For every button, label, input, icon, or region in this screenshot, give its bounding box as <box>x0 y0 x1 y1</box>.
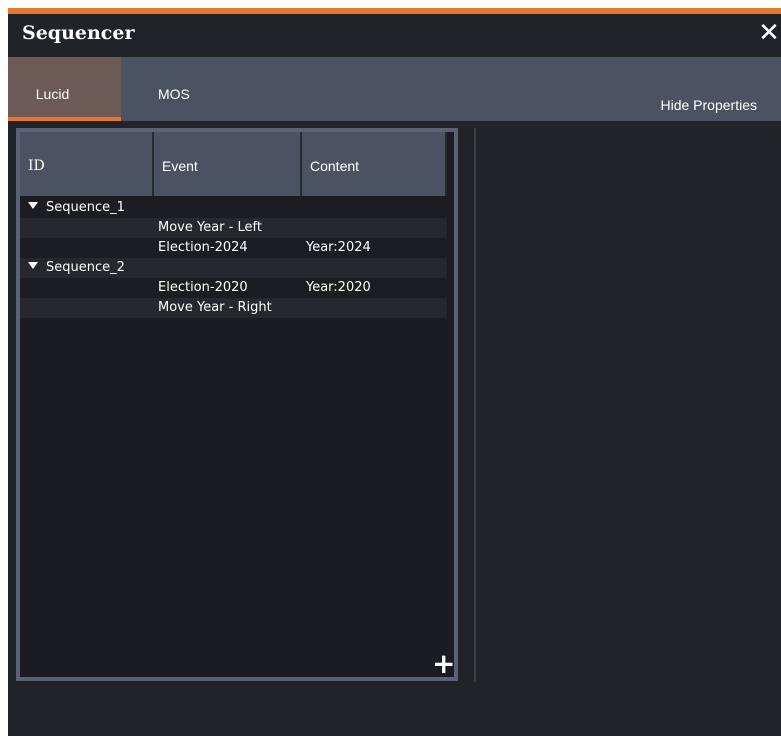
table-row[interactable]: Election-2024 Year:2024 <box>20 238 447 258</box>
chevron-down-icon[interactable] <box>28 202 38 209</box>
plus-icon[interactable]: + <box>432 650 455 678</box>
row-id-text: Sequence_1 <box>46 200 125 215</box>
row-content-cell: Year:2024 <box>306 240 371 255</box>
table-row[interactable]: Sequence_2 <box>20 258 447 278</box>
row-id-text: Sequence_2 <box>46 260 125 275</box>
panel-divider[interactable] <box>474 128 476 682</box>
table-row[interactable]: Sequence_1 <box>20 198 447 218</box>
row-event-cell: Move Year - Right <box>158 300 272 315</box>
sequence-grid: ID Event Content Sequence_1 Move Year - … <box>20 132 455 678</box>
hide-properties-button[interactable]: Hide Properties <box>661 97 758 113</box>
row-event-cell: Move Year - Left <box>158 220 262 235</box>
row-id-cell: Sequence_2 <box>28 258 125 278</box>
row-content-cell: Year:2020 <box>306 280 371 295</box>
grid-rows: Sequence_1 Move Year - Left Election-202… <box>20 198 447 318</box>
grid-header: ID Event Content <box>20 132 447 196</box>
column-header-id[interactable]: ID <box>20 132 154 196</box>
tab-mos-label: MOS <box>158 86 190 102</box>
tab-bar: Lucid MOS Hide Properties <box>8 57 781 121</box>
column-header-content[interactable]: Content <box>302 132 447 196</box>
tab-mos[interactable]: MOS <box>158 57 218 121</box>
title-bar: Sequencer ✕ <box>8 14 781 57</box>
table-row[interactable]: Move Year - Left <box>20 218 447 238</box>
row-id-cell: Sequence_1 <box>28 198 125 218</box>
column-header-event[interactable]: Event <box>154 132 302 196</box>
row-event-cell: Election-2024 <box>158 240 248 255</box>
table-row[interactable]: Election-2020 Year:2020 <box>20 278 447 298</box>
table-row[interactable]: Move Year - Right <box>20 298 447 318</box>
tab-lucid[interactable]: Lucid <box>8 57 121 121</box>
row-event-cell: Election-2020 <box>158 280 248 295</box>
tab-lucid-label: Lucid <box>35 86 70 102</box>
window-title: Sequencer <box>22 22 135 44</box>
chevron-down-icon[interactable] <box>28 262 38 269</box>
sequence-panel-frame: ID Event Content Sequence_1 Move Year - … <box>16 128 458 681</box>
close-icon[interactable]: ✕ <box>757 20 781 46</box>
